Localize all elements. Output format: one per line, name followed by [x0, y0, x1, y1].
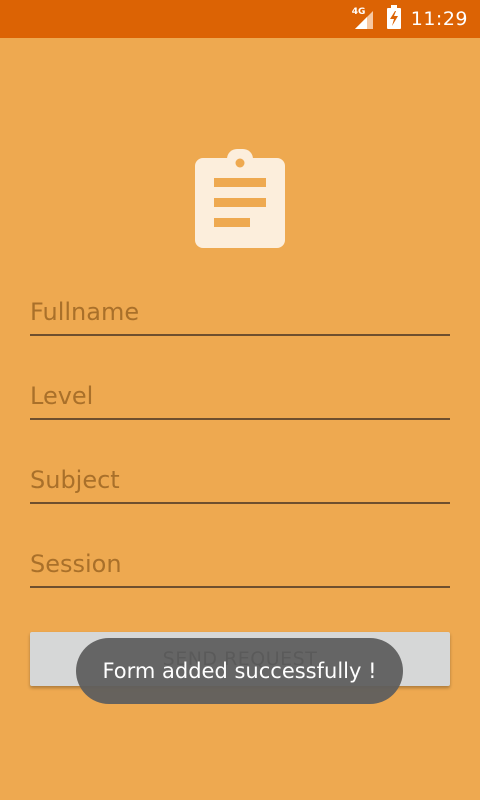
subject-input[interactable]: [30, 458, 450, 502]
session-field[interactable]: [30, 542, 450, 588]
session-underline: [30, 586, 450, 588]
signal-icon: 4G: [351, 7, 377, 31]
network-type-label: 4G: [351, 7, 366, 17]
fullname-field[interactable]: [30, 290, 450, 336]
session-input[interactable]: [30, 542, 450, 586]
status-bar: 4G 11:29: [0, 0, 480, 38]
clock: 11:29: [410, 8, 468, 30]
level-underline: [30, 418, 450, 420]
level-field[interactable]: [30, 374, 450, 420]
toast-message: Form added successfully !: [76, 638, 403, 704]
level-input[interactable]: [30, 374, 450, 418]
status-icons: 4G 11:29: [351, 0, 468, 38]
subject-underline: [30, 502, 450, 504]
fullname-underline: [30, 334, 450, 336]
battery-icon: [386, 5, 401, 33]
clipboard-icon: [194, 146, 286, 250]
fullname-input[interactable]: [30, 290, 450, 334]
subject-field[interactable]: [30, 458, 450, 504]
